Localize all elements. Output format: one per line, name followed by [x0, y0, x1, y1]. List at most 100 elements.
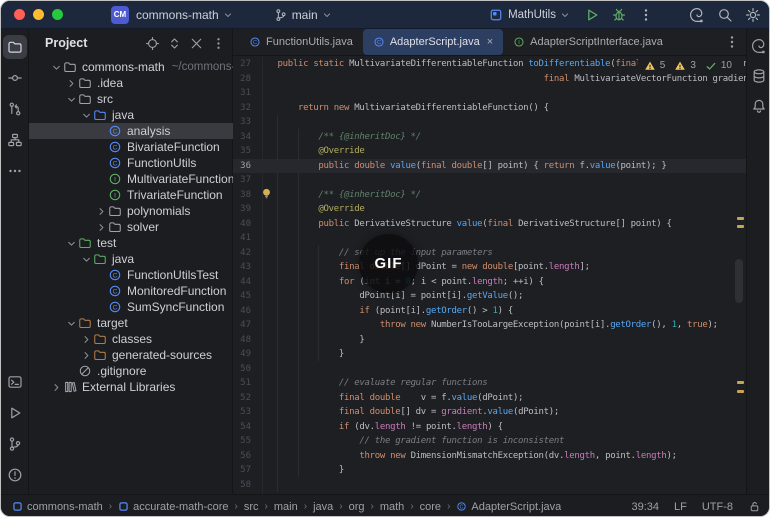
code-line-37[interactable]: 37	[233, 173, 746, 188]
code-line-32[interactable]: 32 return new MultivariateDifferentiable…	[233, 101, 746, 116]
code-line-34[interactable]: 34 /** {@inheritDoc} */	[233, 130, 746, 145]
chevron-right-icon[interactable]	[95, 221, 108, 234]
code-line-41[interactable]: 41	[233, 231, 746, 246]
more-vertical-button[interactable]	[637, 6, 654, 23]
tab-adapterscriptinterface-java[interactable]: I AdapterScriptInterface.java	[503, 29, 673, 55]
code-line-40[interactable]: 40 public DerivativeStructure value(fina…	[233, 217, 746, 232]
code-line-42[interactable]: 42 // set up the input parameters	[233, 246, 746, 261]
close-button[interactable]	[14, 9, 25, 20]
tree-item-solver[interactable]: solver	[29, 219, 233, 235]
unlock-icon[interactable]	[748, 500, 761, 513]
chevron-down-icon[interactable]	[65, 93, 78, 106]
search-button[interactable]	[716, 6, 733, 23]
tree-item-monitoredfunction[interactable]: C MonitoredFunction	[29, 283, 233, 299]
tab-functionutils-java[interactable]: C FunctionUtils.java	[239, 29, 363, 55]
line-ending[interactable]: LF	[674, 501, 687, 513]
error-stripe-mark[interactable]	[737, 225, 744, 228]
tool-stripe-problems-button[interactable]	[3, 463, 27, 487]
code-line-36[interactable]: 36 public double value(final double[] po…	[233, 158, 746, 173]
code-line-57[interactable]: 57 }	[233, 463, 746, 478]
tree-item-generated-sources[interactable]: generated-sources	[29, 347, 233, 363]
tool-stripe-more-horizontal-button[interactable]	[3, 159, 27, 183]
tree-item-analysis[interactable]: Canalysis	[29, 123, 233, 139]
tree-item-bivariatefunction[interactable]: C BivariateFunction	[29, 139, 233, 155]
code-line-49[interactable]: 49 }	[233, 347, 746, 362]
debug-button[interactable]	[610, 6, 627, 23]
error-stripe-mark[interactable]	[737, 217, 744, 220]
breadcrumb-item-math[interactable]: math	[380, 501, 404, 513]
code-line-38[interactable]: 38 /** {@inheritDoc} */	[233, 188, 746, 203]
tree-item-external-libraries[interactable]: External Libraries	[29, 379, 233, 395]
project-selector[interactable]: commons-math	[129, 8, 234, 22]
tree-item-trivariatefunction[interactable]: I TrivariateFunction	[29, 187, 233, 203]
chevron-down-icon[interactable]	[50, 61, 63, 74]
code-line-52[interactable]: 52 final double v = f.value(dPoint);	[233, 391, 746, 406]
settings-button[interactable]	[744, 6, 761, 23]
editor-scrollbar[interactable]	[735, 259, 743, 303]
code-line-33[interactable]: 33	[233, 115, 746, 130]
hide-button[interactable]	[189, 36, 204, 51]
ai-assistant-button[interactable]	[688, 6, 705, 23]
code-line-47[interactable]: 47 throw new NumberIsTooLargeException(p…	[233, 318, 746, 333]
run-configuration-selector[interactable]: MathUtils	[489, 8, 571, 22]
breadcrumb-item-org[interactable]: org	[349, 501, 365, 513]
expand-collapse-button[interactable]	[167, 36, 182, 51]
intention-bulb-icon[interactable]	[260, 187, 273, 200]
tree-item-test[interactable]: test	[29, 235, 233, 251]
tool-stripe-project-folder-button[interactable]	[2, 35, 27, 59]
chevron-down-icon[interactable]	[65, 317, 78, 330]
tree-item-functionutils[interactable]: C FunctionUtils	[29, 155, 233, 171]
code-line-46[interactable]: 46 if (point[i].getOrder() > 1) {	[233, 304, 746, 319]
code-line-50[interactable]: 50	[233, 362, 746, 377]
more-vertical-button[interactable]	[211, 36, 226, 51]
tree-item-java[interactable]: java	[29, 107, 233, 123]
tool-stripe-notifications-button[interactable]	[748, 95, 769, 117]
run-button[interactable]	[583, 6, 600, 23]
chevron-right-icon[interactable]	[50, 381, 63, 394]
tree-item-idea[interactable]: .idea	[29, 75, 233, 91]
code-line-44[interactable]: 44 for (int i = 0; i < point.length; ++i…	[233, 275, 746, 290]
chevron-right-icon[interactable]	[80, 333, 93, 346]
code-line-53[interactable]: 53 final double[] dv = gradient.value(dP…	[233, 405, 746, 420]
tree-item-commons-math[interactable]: commons-math ~/commons-math	[29, 59, 261, 75]
error-stripe-mark[interactable]	[737, 381, 744, 384]
chevron-down-icon[interactable]	[80, 253, 93, 266]
code-line-58[interactable]: 58	[233, 478, 746, 493]
tool-stripe-terminal-button[interactable]	[3, 370, 27, 394]
code-line-56[interactable]: 56 throw new DimensionMismatchException(…	[233, 449, 746, 464]
tree-item-polynomials[interactable]: polynomials	[29, 203, 233, 219]
close-tab-icon[interactable]: ×	[487, 36, 493, 48]
chevron-down-icon[interactable]	[65, 237, 78, 250]
chevron-right-icon[interactable]	[80, 349, 93, 362]
zoom-button[interactable]	[52, 9, 63, 20]
tree-item-target[interactable]: target	[29, 315, 233, 331]
code-line-55[interactable]: 55 // the gradient function is inconsist…	[233, 434, 746, 449]
breadcrumb-item-accurate-math-core[interactable]: accurate-math-core	[118, 501, 229, 513]
breadcrumb-item-commons-math[interactable]: commons-math	[12, 501, 103, 513]
chevron-down-icon[interactable]	[80, 109, 93, 122]
tool-stripe-structure-button[interactable]	[3, 128, 27, 152]
code-area[interactable]: 27 public static MultivariateDifferentia…	[233, 57, 746, 494]
tree-item-java[interactable]: java	[29, 251, 233, 267]
tab-adapterscript-java[interactable]: C AdapterScript.java ×	[362, 29, 504, 55]
tool-stripe-commit-button[interactable]	[3, 66, 27, 90]
tree-item-src[interactable]: src	[29, 91, 233, 107]
error-stripe-mark[interactable]	[737, 390, 744, 393]
tab-options-icon[interactable]	[724, 34, 740, 50]
breadcrumb-item-core[interactable]: core	[420, 501, 441, 513]
tree-item-sumsyncfunction[interactable]: C SumSyncFunction	[29, 299, 233, 315]
code-line-28[interactable]: 28 final MultivariateVectorFunction grad…	[233, 72, 746, 87]
tool-stripe-ai-assistant-button[interactable]	[748, 35, 769, 57]
chevron-right-icon[interactable]	[65, 77, 78, 90]
breadcrumb-item-adapterscript-java[interactable]: C AdapterScript.java	[456, 501, 561, 513]
code-line-35[interactable]: 35 @Override	[233, 144, 746, 159]
tool-stripe-run-tool-button[interactable]	[3, 401, 27, 425]
file-encoding[interactable]: UTF-8	[702, 501, 733, 513]
tree-item-multivariatefunction[interactable]: I MultivariateFunction	[29, 171, 234, 187]
breadcrumb-item-java[interactable]: java	[313, 501, 333, 513]
code-line-51[interactable]: 51 // evaluate regular functions	[233, 376, 746, 391]
code-line-39[interactable]: 39 @Override	[233, 202, 746, 217]
tree-item-classes[interactable]: classes	[29, 331, 233, 347]
code-line-43[interactable]: 43 final double[] dPoint = new double[po…	[233, 260, 746, 275]
tool-stripe-git-branch-button[interactable]	[3, 432, 27, 456]
